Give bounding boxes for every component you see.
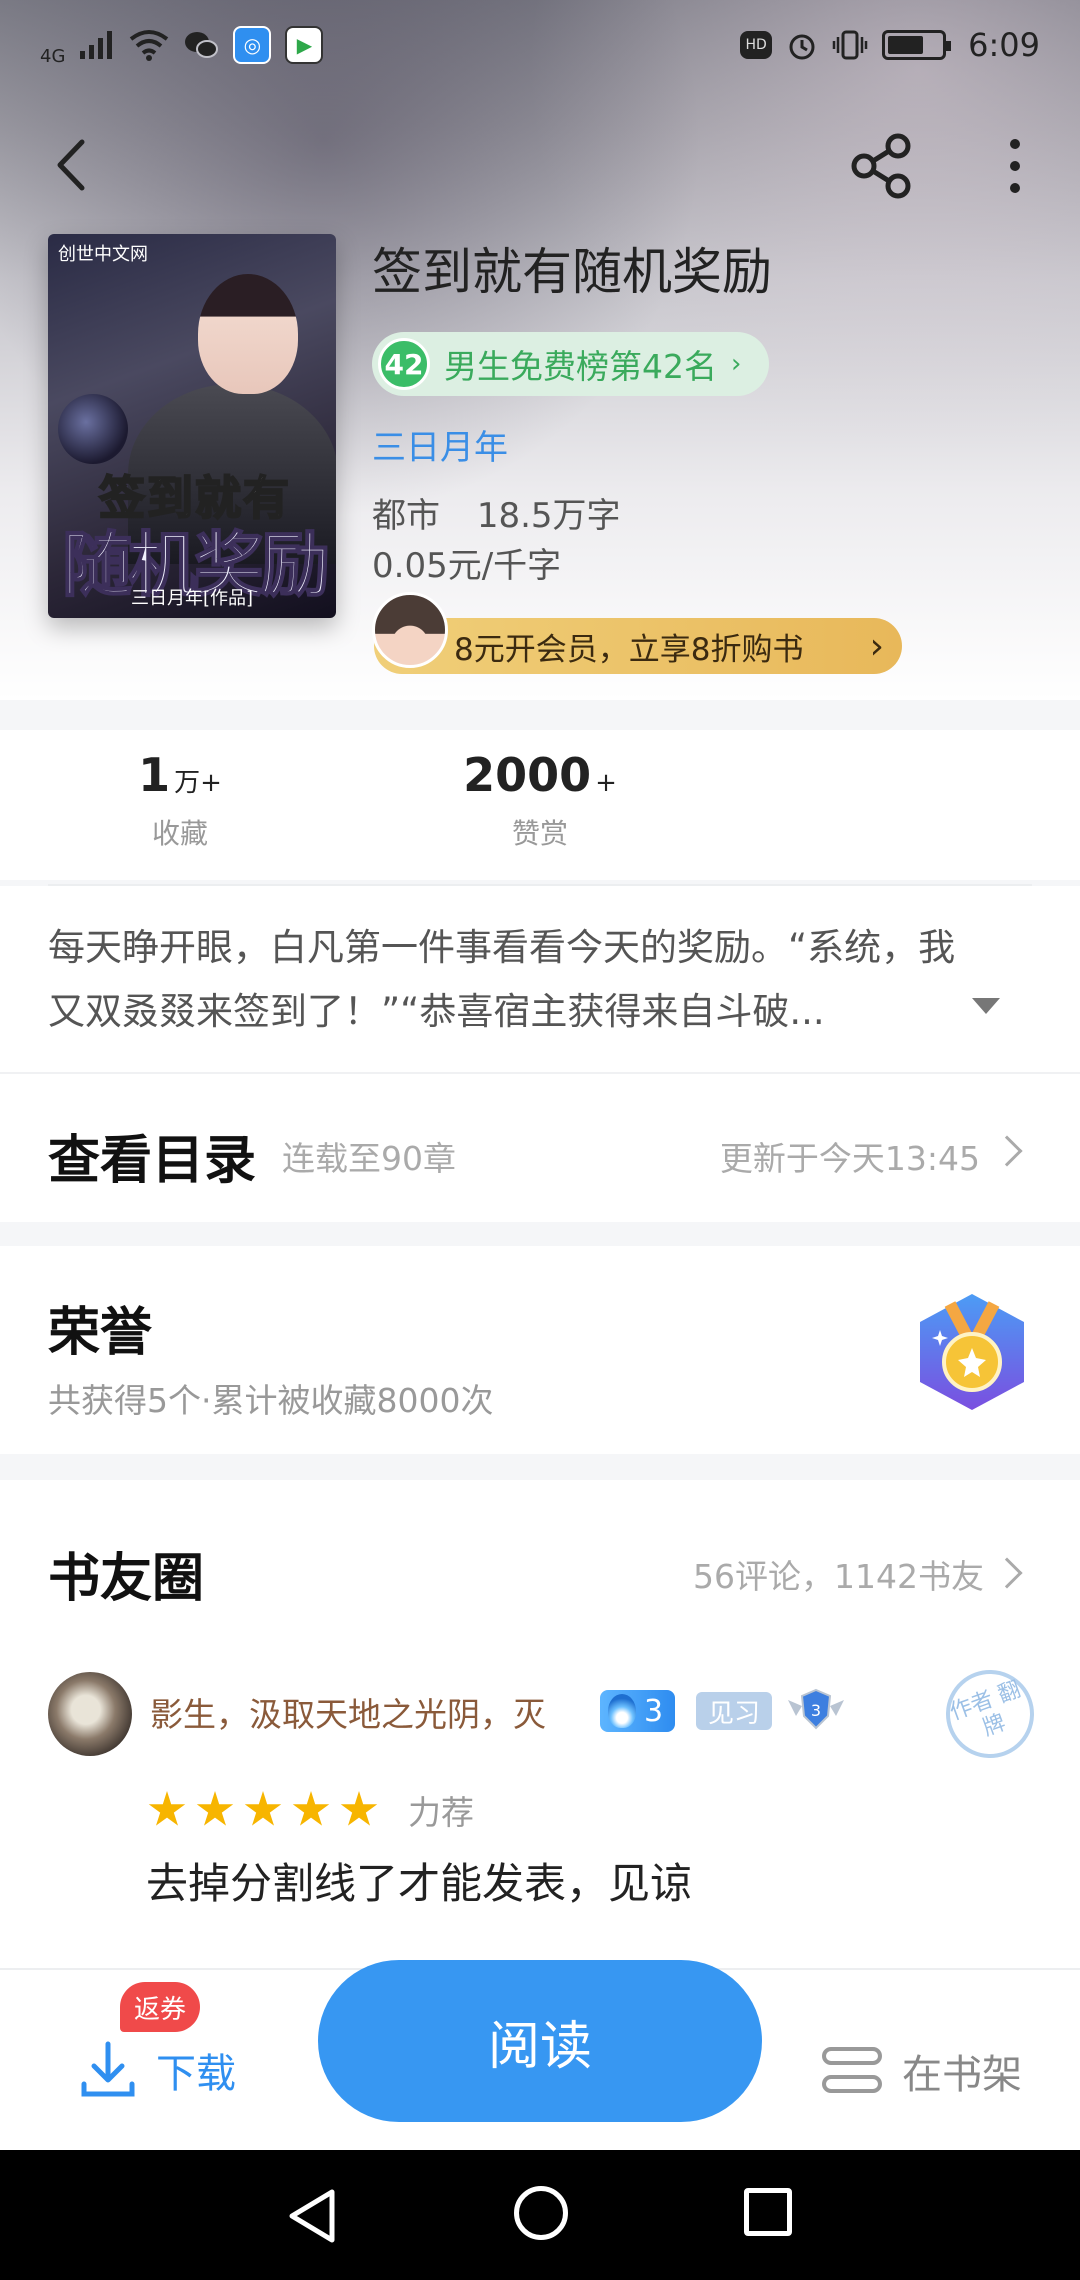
book-circle-section: 书友圈 56评论，1142书友 影生，汲取天地之光阴，灭 3 见习 3 作者 翻… (0, 1480, 1080, 1970)
book-circle-stats[interactable]: 56评论，1142书友 (693, 1550, 984, 1598)
more-icon[interactable] (990, 130, 1040, 202)
book-price: 0.05元/千字 (372, 546, 562, 586)
bookshelf-label: 在书架 (902, 2052, 1022, 2098)
share-icon[interactable] (846, 130, 918, 202)
comment-username[interactable]: 影生，汲取天地之光阴，灭 (150, 1688, 546, 1736)
tips-unit: + (595, 768, 617, 798)
favorites-label: 收藏 (151, 817, 208, 850)
catalog-updated: 更新于今天13:45 (719, 1139, 980, 1178)
alarm-icon (789, 34, 815, 60)
bookshelf-icon (822, 2045, 882, 2097)
star-icon (196, 1791, 234, 1826)
intro-text: 每天睁开眼，白凡第一件事看看今天的奖励。“系统，我又双叒叕来签到了！”“恭喜宿主… (48, 926, 956, 1033)
star-icon (340, 1791, 378, 1826)
favorites-value: 1 (138, 748, 171, 802)
rating-stars: 力荐 (148, 1786, 474, 1834)
download-label: 下载 (156, 2051, 236, 2097)
tips-label: 赞赏 (511, 817, 568, 850)
tips-stat[interactable]: 2000 + 赞赏 (460, 748, 620, 852)
vibrate-icon (832, 30, 868, 60)
avatar[interactable] (48, 1672, 132, 1756)
read-button[interactable]: 阅读 (318, 1960, 762, 2122)
book-stats: 1 万+ 收藏 2000 + 赞赏 (0, 730, 1080, 880)
star-icon (244, 1791, 282, 1826)
battery-icon (882, 30, 952, 60)
favorites-stat: 1 万+ 收藏 (130, 748, 230, 852)
signal-icon (80, 31, 113, 59)
status-bar: 4G ◎ ▶ HD 6:09 (0, 0, 1080, 90)
book-meta: 都市 18.5万字 (372, 488, 621, 537)
bookshelf-button[interactable]: 在书架 (822, 2042, 1022, 2100)
vip-banner-text: 8元开会员，立享8折购书 (454, 631, 804, 668)
coupon-badge: 返券 (120, 1982, 201, 2032)
medal-icon (920, 1294, 1024, 1410)
rating-label: 力荐 (408, 1793, 474, 1832)
star-icon (148, 1791, 186, 1826)
shield-level: 3 (811, 1701, 821, 1720)
vip-mascot-avatar (372, 592, 448, 668)
user-title-tag: 见习 (696, 1692, 773, 1730)
download-button[interactable]: 下载 (80, 2040, 236, 2100)
catalog-row[interactable]: 查看目录 连载至90章 更新于今天13:45 (0, 1072, 1080, 1222)
wifi-icon (130, 30, 169, 61)
cover-byline: 三日月年[作品] (130, 588, 254, 609)
expand-arrow-icon[interactable] (972, 998, 1000, 1014)
fan-level-badge: 3 (600, 1690, 676, 1732)
catalog-progress: 连载至90章 (282, 1139, 456, 1178)
book-word-count: 18.5万字 (476, 496, 621, 536)
chevron-right-icon (991, 1557, 1023, 1589)
cover-brand: 创世中文网 (58, 244, 148, 265)
shield-icon: 3 (788, 1688, 844, 1730)
status-right: HD 6:09 (740, 26, 1040, 64)
star-icon (292, 1791, 330, 1826)
book-category: 都市 (372, 496, 440, 536)
back-icon[interactable] (40, 130, 110, 200)
catalog-title: 查看目录 (48, 1130, 257, 1191)
qq-browser-icon: ◎ (233, 26, 272, 64)
rank-badge[interactable]: 42 男生免费榜第42名 › (372, 332, 770, 396)
book-cover[interactable]: 创世中文网 签到就有 随机奖励 三日月年[作品] (48, 234, 336, 618)
vip-banner[interactable]: 8元开会员，立享8折购书 › (374, 618, 902, 674)
honor-title: 荣誉 (48, 1302, 153, 1363)
chevron-right-icon: › (869, 625, 884, 667)
book-circle-title: 书友圈 (48, 1548, 205, 1609)
hd-icon: HD (740, 31, 773, 59)
honor-section[interactable]: 荣誉 共获得5个·累计被收藏8000次 (0, 1246, 1080, 1454)
bottom-action-bar: 返券 下载 阅读 在书架 (0, 1960, 1080, 2150)
nav-home-icon[interactable] (514, 2186, 568, 2240)
system-nav-bar (0, 2150, 1080, 2280)
network-type: 4G (40, 45, 66, 67)
chevron-right-icon: › (731, 349, 742, 379)
nav-back-icon[interactable] (284, 2186, 340, 2246)
chevron-right-icon (991, 1135, 1023, 1167)
cover-orb (58, 394, 128, 464)
author-link[interactable]: 三日月年 (372, 420, 508, 469)
rank-label: 男生免费榜第42名 (444, 347, 717, 386)
status-time: 6:09 (968, 26, 1040, 64)
favorites-unit: 万+ (174, 768, 222, 798)
honor-summary: 共获得5个·累计被收藏8000次 (48, 1381, 494, 1420)
status-left: 4G ◎ ▶ (40, 24, 324, 67)
book-title: 签到就有随机奖励 (372, 243, 772, 301)
top-nav (0, 120, 1080, 210)
download-icon (81, 2041, 135, 2097)
intro-section[interactable]: 每天睁开眼，白凡第一件事看看今天的奖励。“系统，我又双叒叕来签到了！”“恭喜宿主… (0, 886, 1080, 1072)
author-stamp-icon: 作者 翻牌 (933, 1657, 1047, 1771)
tips-value: 2000 (463, 748, 592, 802)
wechat-icon (185, 32, 219, 58)
cover-face (198, 274, 298, 394)
video-app-icon: ▶ (285, 26, 324, 64)
nav-recent-icon[interactable] (744, 2188, 792, 2236)
comment-content[interactable]: 去掉分割线了才能发表，见谅 (146, 1850, 692, 1911)
rank-number: 42 (378, 338, 430, 390)
